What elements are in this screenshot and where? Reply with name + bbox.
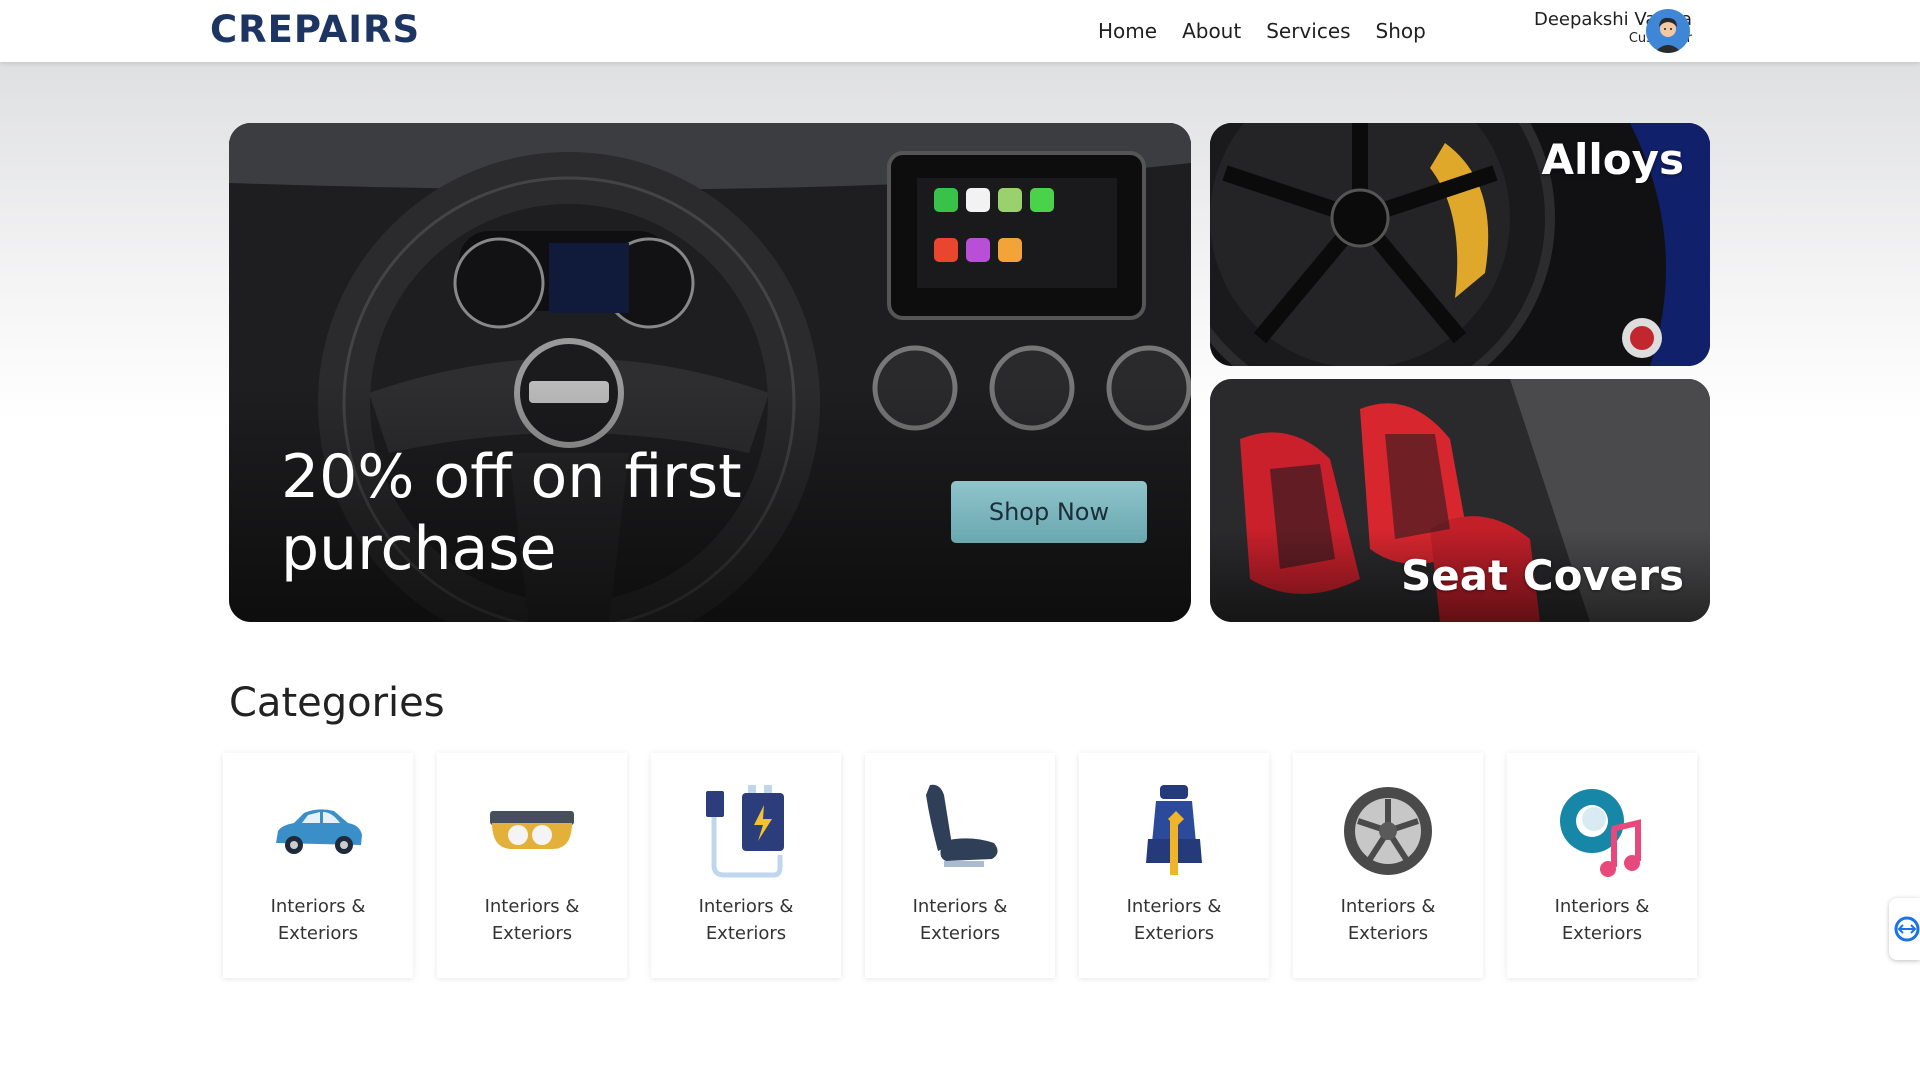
categories-heading: Categories xyxy=(229,680,445,726)
categories-grid: Interiors & Exteriors Interiors & Exteri… xyxy=(223,753,1721,978)
alloys-title: Alloys xyxy=(1541,135,1684,184)
category-card[interactable]: Interiors & Exteriors xyxy=(1079,753,1269,978)
category-label: Interiors & Exteriors xyxy=(651,893,841,947)
category-label-line2: Exteriors xyxy=(491,923,573,944)
nav-shop[interactable]: Shop xyxy=(1376,19,1426,43)
avatar[interactable] xyxy=(1646,9,1690,53)
music-speaker-icon xyxy=(1560,789,1641,877)
category-label-line1: Interiors & xyxy=(698,896,794,917)
headlight-icon xyxy=(490,811,574,849)
alloy-wheel-icon xyxy=(1344,787,1432,875)
category-label: Interiors & Exteriors xyxy=(1293,893,1483,947)
category-card[interactable]: Interiors & Exteriors xyxy=(865,753,1055,978)
battery-charger-icon xyxy=(706,785,784,878)
category-label-line1: Interiors & xyxy=(1126,896,1222,917)
car-seat-icon xyxy=(926,784,998,867)
category-label-line2: Exteriors xyxy=(705,923,787,944)
navbar: CREPAIRS Home About Services Shop Deepak… xyxy=(0,0,1920,62)
category-label: Interiors & Exteriors xyxy=(223,893,413,947)
category-card[interactable]: Interiors & Exteriors xyxy=(1293,753,1483,978)
category-label: Interiors & Exteriors xyxy=(437,893,627,947)
hero-banner[interactable]: 20% off on first purchase Shop Now xyxy=(229,123,1191,622)
nav-services[interactable]: Services xyxy=(1266,19,1350,43)
seat-covers-card[interactable]: Seat Covers xyxy=(1210,379,1710,622)
nav-links: Home About Services Shop xyxy=(1098,0,1451,62)
alloys-card[interactable]: Alloys xyxy=(1210,123,1710,366)
nav-about[interactable]: About xyxy=(1182,19,1241,43)
category-label-line1: Interiors & xyxy=(1340,896,1436,917)
category-card[interactable]: Interiors & Exteriors xyxy=(437,753,627,978)
category-card[interactable]: Interiors & Exteriors xyxy=(651,753,841,978)
shop-now-button[interactable]: Shop Now xyxy=(951,481,1147,543)
hero-title: 20% off on first purchase xyxy=(281,442,742,584)
seat-cover-icon xyxy=(1146,785,1202,875)
page: CREPAIRS Home About Services Shop Deepak… xyxy=(0,0,1920,1080)
car-icon xyxy=(276,809,362,854)
category-label-line1: Interiors & xyxy=(484,896,580,917)
category-card[interactable]: Interiors & Exteriors xyxy=(223,753,413,978)
category-label-line2: Exteriors xyxy=(1561,923,1643,944)
category-label-line1: Interiors & xyxy=(1554,896,1650,917)
support-arrows-icon xyxy=(1894,916,1920,942)
category-label: Interiors & Exteriors xyxy=(1079,893,1269,947)
category-label-line2: Exteriors xyxy=(919,923,1001,944)
nav-home[interactable]: Home xyxy=(1098,19,1157,43)
category-label: Interiors & Exteriors xyxy=(1507,893,1697,947)
category-label-line2: Exteriors xyxy=(1133,923,1215,944)
category-label-line1: Interiors & xyxy=(912,896,1008,917)
category-label-line2: Exteriors xyxy=(277,923,359,944)
seat-covers-title: Seat Covers xyxy=(1400,551,1684,600)
brand-logo[interactable]: CREPAIRS xyxy=(210,8,420,51)
user-avatar-icon xyxy=(1646,9,1690,53)
category-label-line2: Exteriors xyxy=(1347,923,1429,944)
category-label-line1: Interiors & xyxy=(270,896,366,917)
category-label: Interiors & Exteriors xyxy=(865,893,1055,947)
remote-support-widget[interactable] xyxy=(1889,898,1920,960)
category-card[interactable]: Interiors & Exteriors xyxy=(1507,753,1697,978)
